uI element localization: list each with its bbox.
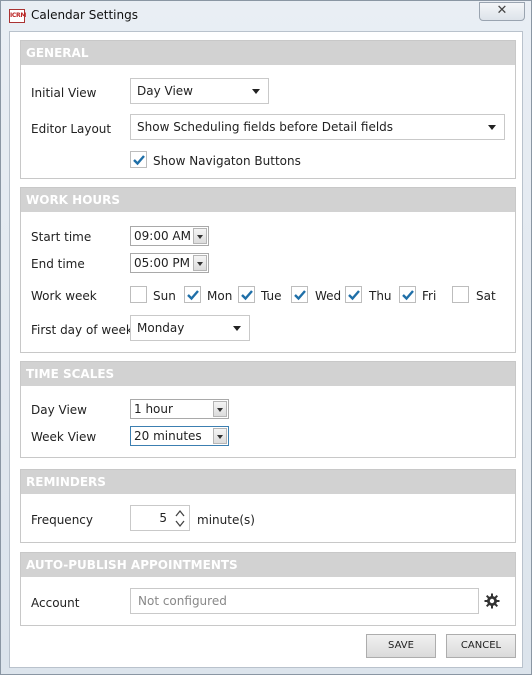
start-time-combo[interactable]: 09:00 AM: [130, 226, 209, 246]
work-week-label: Work week: [31, 289, 97, 303]
week-view-scale-combo[interactable]: 20 minutes: [130, 426, 229, 446]
start-time-value: 09:00 AM: [134, 229, 191, 243]
initial-view-label: Initial View: [31, 86, 97, 100]
start-time-label: Start time: [31, 230, 92, 244]
editor-layout-value: Show Scheduling fields before Detail fie…: [137, 120, 394, 134]
frequency-unit: minute(s): [197, 513, 255, 527]
end-time-label: End time: [31, 257, 85, 271]
time-scales-group: TIME SCALES Day View 1 hour Week View 20…: [20, 361, 516, 458]
day-view-scale-value: 1 hour: [134, 402, 173, 416]
checkmark-icon: [187, 290, 199, 301]
first-day-value: Monday: [137, 321, 185, 335]
account-label: Account: [31, 596, 80, 610]
calendar-settings-window: ICRM Calendar Settings ✕ GENERAL Initial…: [0, 0, 532, 675]
show-nav-checkbox[interactable]: [130, 151, 147, 168]
day-checkbox-tue[interactable]: [238, 286, 255, 303]
day-view-scale-combo[interactable]: 1 hour: [130, 399, 229, 419]
day-checkbox-sat[interactable]: [452, 286, 469, 303]
time-scales-header: TIME SCALES: [21, 362, 515, 386]
week-view-label: Week View: [31, 430, 97, 444]
day-checkbox-thu[interactable]: [345, 286, 362, 303]
reminders-group: REMINDERS Frequency 5 minute(s): [20, 469, 516, 543]
chevron-down-icon: [488, 125, 496, 130]
end-time-value: 05:00 PM: [134, 256, 190, 270]
frequency-label: Frequency: [31, 513, 93, 527]
checkmark-icon: [294, 290, 306, 301]
general-group: GENERAL Initial View Day View Editor Lay…: [20, 40, 516, 179]
dropdown-arrow-icon[interactable]: [193, 228, 207, 244]
spin-up-icon[interactable]: [174, 508, 186, 518]
work-hours-group: WORK HOURS Start time 09:00 AM End time …: [20, 187, 516, 353]
day-label-mon: Mon: [207, 289, 233, 303]
first-day-label: First day of week: [31, 323, 133, 337]
day-checkbox-sun[interactable]: [130, 286, 147, 303]
day-checkbox-mon[interactable]: [184, 286, 201, 303]
dropdown-arrow-icon[interactable]: [193, 255, 207, 271]
day-label-sat: Sat: [476, 289, 496, 303]
reminders-header: REMINDERS: [21, 470, 515, 494]
auto-publish-header: AUTO-PUBLISH APPOINTMENTS: [21, 553, 515, 577]
checkmark-icon: [241, 290, 253, 301]
editor-layout-dropdown[interactable]: Show Scheduling fields before Detail fie…: [130, 114, 505, 140]
day-label-fri: Fri: [422, 289, 437, 303]
first-day-dropdown[interactable]: Monday: [130, 315, 250, 341]
day-label-wed: Wed: [315, 289, 342, 303]
chevron-down-icon: [233, 326, 241, 331]
app-icon: ICRM: [9, 9, 26, 23]
close-button[interactable]: ✕: [479, 2, 525, 21]
gear-icon[interactable]: [484, 593, 500, 609]
day-label-sun: Sun: [153, 289, 176, 303]
frequency-value: 5: [159, 511, 167, 525]
general-header: GENERAL: [21, 41, 515, 65]
close-icon: ✕: [496, 3, 508, 18]
dropdown-arrow-icon[interactable]: [213, 401, 227, 417]
day-label-tue: Tue: [261, 289, 282, 303]
title-bar: ICRM Calendar Settings ✕: [1, 1, 531, 31]
frequency-spinner[interactable]: 5: [130, 505, 190, 531]
day-label-thu: Thu: [369, 289, 392, 303]
account-field[interactable]: Not configured: [130, 588, 479, 614]
day-checkbox-fri[interactable]: [399, 286, 416, 303]
day-checkbox-wed[interactable]: [291, 286, 308, 303]
initial-view-value: Day View: [137, 84, 193, 98]
week-view-scale-value: 20 minutes: [134, 429, 202, 443]
end-time-combo[interactable]: 05:00 PM: [130, 253, 209, 273]
day-view-label: Day View: [31, 403, 87, 417]
chevron-down-icon: [252, 89, 260, 94]
dialog-body: GENERAL Initial View Day View Editor Lay…: [9, 31, 523, 668]
checkmark-icon: [133, 155, 145, 166]
cancel-button[interactable]: CANCEL: [446, 634, 516, 658]
dropdown-arrow-icon[interactable]: [213, 428, 227, 444]
work-hours-header: WORK HOURS: [21, 188, 515, 212]
checkmark-icon: [348, 290, 360, 301]
save-button[interactable]: SAVE: [366, 634, 436, 658]
spin-down-icon[interactable]: [174, 519, 186, 529]
editor-layout-label: Editor Layout: [31, 122, 112, 136]
show-nav-label: Show Navigaton Buttons: [153, 154, 301, 168]
account-value: Not configured: [138, 594, 227, 608]
checkmark-icon: [402, 290, 414, 301]
window-title: Calendar Settings: [31, 8, 138, 22]
initial-view-dropdown[interactable]: Day View: [130, 78, 269, 104]
auto-publish-group: AUTO-PUBLISH APPOINTMENTS Account Not co…: [20, 552, 516, 626]
